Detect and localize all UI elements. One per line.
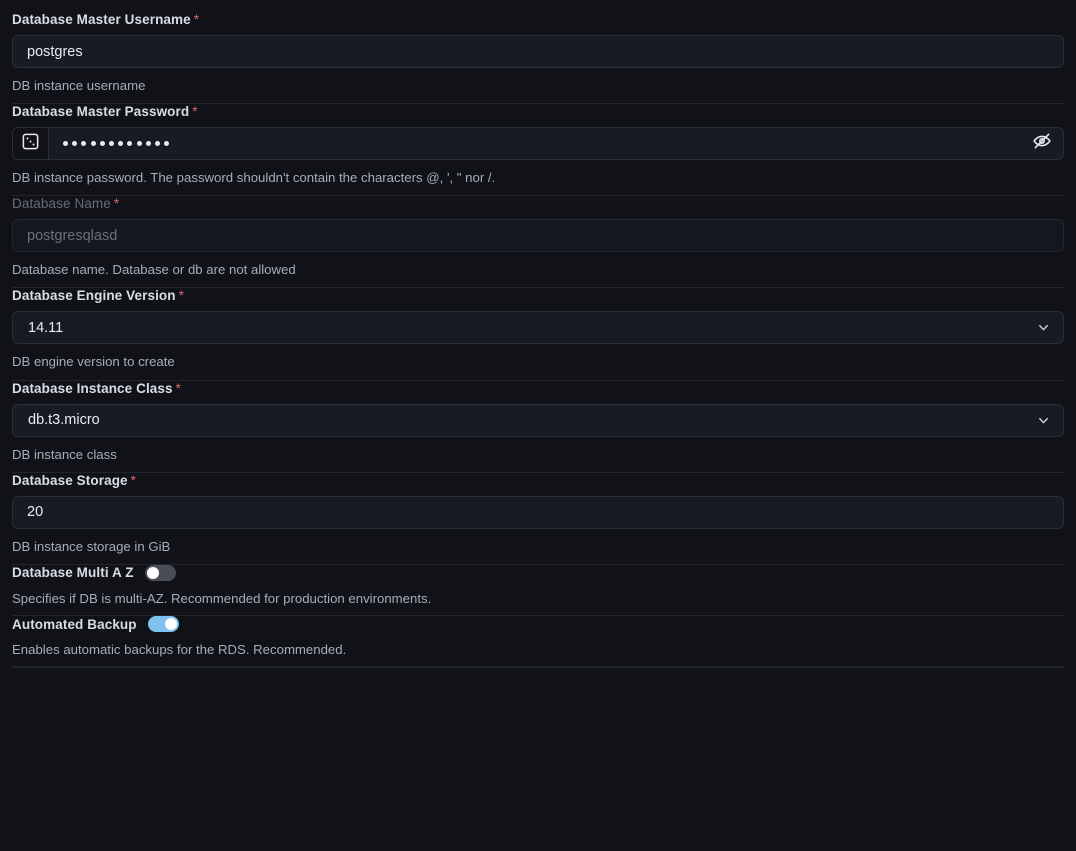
form-row-database-storage: Database Storage * 20 DB instance storage i… [12,473,1064,565]
form-row-database-multi-a-z: Database Multi A Z Specifies if DB is mul… [12,564,1064,617]
database-name-field: postgresqlasd [12,219,1064,253]
password-dot [108,141,114,147]
dice-icon [21,132,40,156]
automated-backup-line: Automated Backup [12,616,1064,633]
database-master-password-input[interactable] [49,141,1021,147]
database-master-username-field[interactable]: postgres [12,35,1064,68]
database-storage-label-text: Database Storage [12,472,128,488]
database-storage-input[interactable]: 20 [13,504,1063,520]
automated-backup-toggle[interactable] [147,616,179,633]
form-row-automated-backup: Automated Backup Enables automatic backup… [12,616,1064,668]
form-row-database-master-username: Database Master Username * postgres DB inst… [12,0,1064,105]
toggle-password-visibility-button[interactable] [1021,128,1063,159]
database-master-username-help-text: DB instance username [12,78,146,93]
database-master-password-field[interactable] [12,127,1064,161]
database-multi-a-z-toggle[interactable] [144,564,176,581]
database-engine-version-label-text: Database Engine Version [12,288,176,304]
database-storage-field[interactable]: 20 [12,495,1064,529]
database-instance-class-input[interactable]: db.t3.micro [13,412,1023,428]
password-dot [99,141,105,147]
password-dot [145,141,151,147]
password-dot [127,141,133,147]
automated-backup-label: Automated Backup [12,616,137,632]
database-name-help-text: Database name. Database or db are not al… [12,262,296,278]
required-asterisk: * [192,104,198,120]
database-storage-help-text: DB instance storage in GiB [12,538,171,554]
database-master-password-label-text: Database Master Password [12,104,190,120]
password-dot [154,141,160,147]
database-name-label-text: Database Name [12,196,111,212]
database-master-username-label: Database Master Username * [12,12,1064,27]
automated-backup-help-text: Enables automatic backups for the RDS. R… [12,642,347,658]
database-instance-class-field[interactable]: db.t3.micro [12,403,1064,437]
database-master-password-label: Database Master Password * [12,104,1064,119]
password-dot [63,141,68,147]
eye-off-icon [1032,131,1052,156]
database-name-label: Database Name * [12,196,1064,211]
password-dot [81,141,87,147]
password-dot [90,141,96,147]
form-row-database-instance-class: Database Instance Class * db.t3.micro DB in… [12,381,1064,473]
database-multi-a-z-help-text: Specifies if DB is multi-AZ. Recommended… [12,590,432,606]
database-engine-version-input[interactable]: 14.11 [13,320,1023,336]
password-dot [164,141,170,147]
required-asterisk: * [193,12,200,27]
toggle-knob [146,566,159,579]
generate-password-button[interactable] [13,128,49,160]
required-asterisk: * [113,196,120,212]
chevron-down-icon[interactable] [1023,312,1063,343]
form-bottom-divider [12,667,1064,669]
database-master-password-help-text: DB instance password. The password shoul… [12,170,496,186]
database-multi-a-z-line: Database Multi A Z [12,564,1064,581]
database-storage-label: Database Storage * [12,473,1064,488]
password-dot [72,141,78,147]
database-instance-class-label-text: Database Instance Class [12,380,173,396]
database-engine-version-label: Database Engine Version * [12,288,1064,303]
database-engine-version-field[interactable]: 14.11 [12,311,1064,345]
form-row-database-master-password: Database Master Password * DB instance pas… [12,104,1064,197]
database-multi-a-z-label: Database Multi A Z [12,565,134,581]
password-dot [136,141,142,147]
form-row-database-name: Database Name * postgresqlasd Database name… [12,196,1064,289]
toggle-knob [164,618,177,631]
database-name-input: postgresqlasd [27,227,118,244]
database-instance-class-label: Database Instance Class * [12,381,1064,396]
database-master-username-input[interactable]: postgres [13,44,1063,60]
required-asterisk: * [178,288,184,304]
database-instance-class-help-text: DB instance class [12,446,117,462]
database-engine-version-help-text: DB engine version to create [12,354,175,370]
chevron-down-icon[interactable] [1023,405,1063,436]
rds-configuration-form: Database Master Username * postgres DB inst… [0,0,1076,668]
password-dot [118,141,124,147]
required-asterisk: * [130,472,137,488]
database-master-username-label-text: Database Master Username [12,12,191,27]
form-row-database-engine-version: Database Engine Version * 14.11 DB engine v… [12,288,1064,381]
required-asterisk: * [175,380,181,396]
